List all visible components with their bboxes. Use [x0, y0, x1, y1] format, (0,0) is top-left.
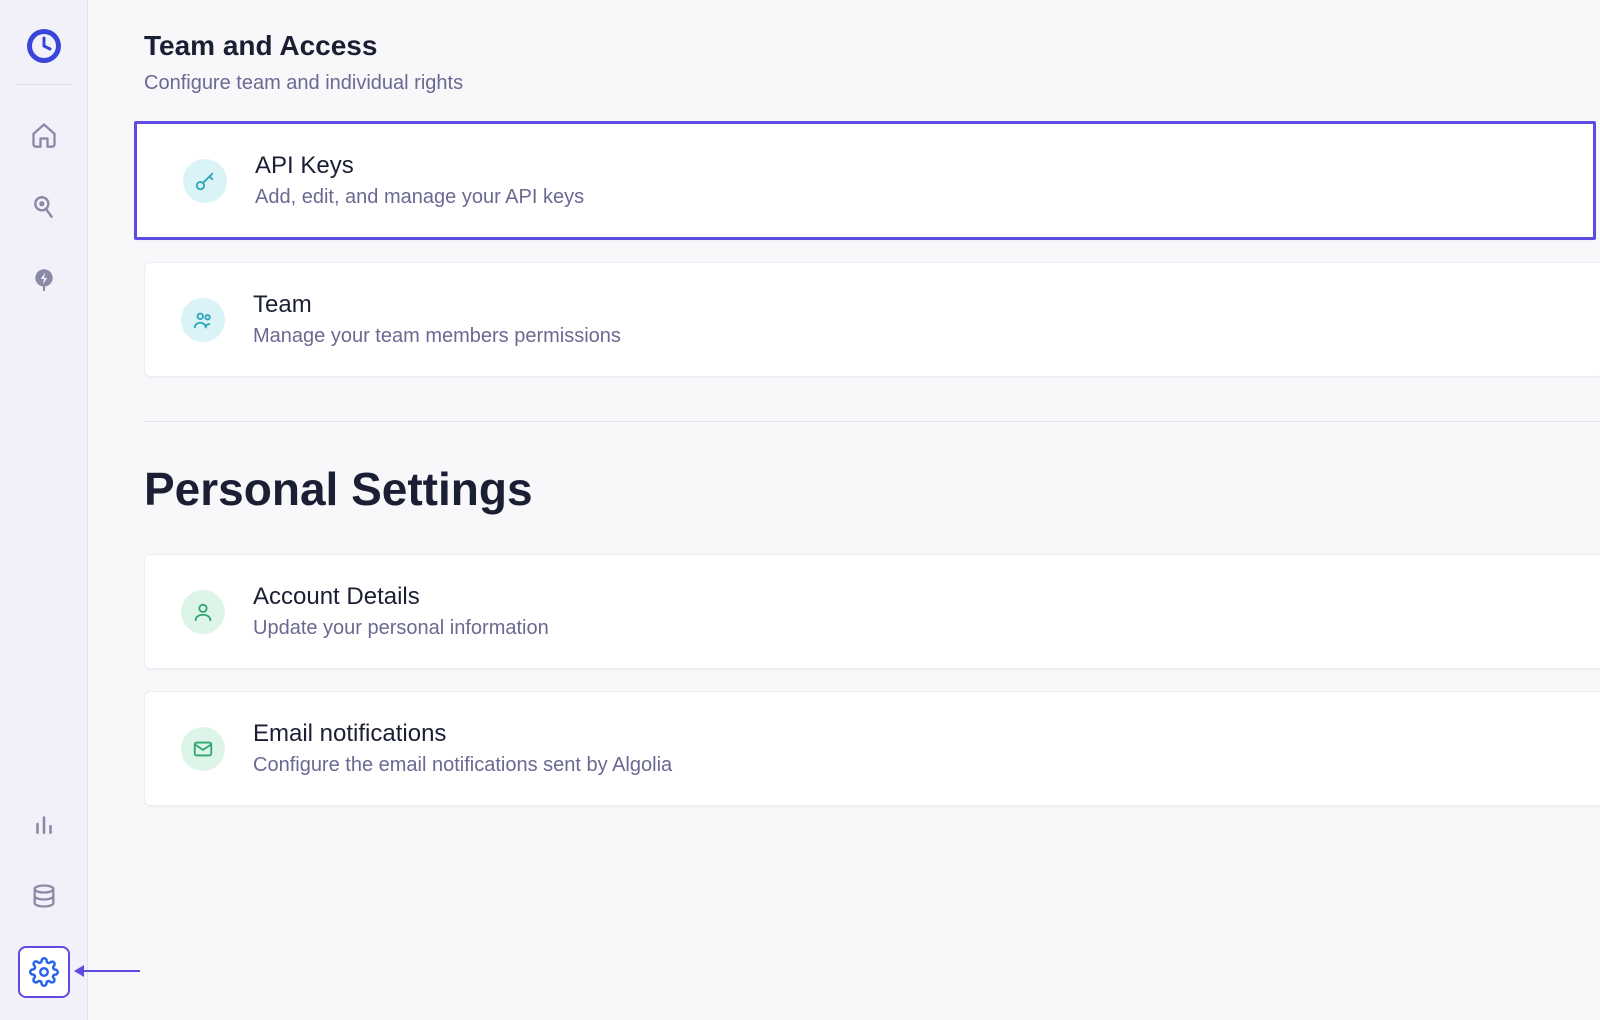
bolt-icon — [31, 266, 57, 292]
section-title: Team and Access — [144, 30, 1600, 62]
main-content: Team and Access Configure team and indiv… — [88, 0, 1600, 1020]
team-icon — [181, 298, 225, 342]
card-title: Team — [253, 291, 621, 319]
gear-icon — [29, 957, 59, 987]
sidebar-item-analytics[interactable] — [22, 802, 66, 846]
card-desc: Manage your team members permissions — [253, 325, 621, 348]
sidebar-divider — [16, 84, 72, 85]
card-title: API Keys — [255, 152, 584, 180]
sidebar-item-boost[interactable] — [22, 257, 66, 301]
section-subtitle: Configure team and individual rights — [144, 72, 1600, 95]
sidebar — [0, 0, 88, 1020]
annotation-arrow — [72, 962, 142, 980]
card-team[interactable]: Team Manage your team members permission… — [144, 262, 1600, 377]
section-header-team-access: Team and Access Configure team and indiv… — [144, 30, 1600, 95]
card-desc: Add, edit, and manage your API keys — [255, 186, 584, 209]
section-title: Personal Settings — [144, 462, 1600, 516]
user-icon — [181, 590, 225, 634]
database-icon — [30, 882, 58, 910]
algolia-logo — [24, 26, 64, 66]
home-icon — [30, 121, 58, 149]
card-account-details[interactable]: Account Details Update your personal inf… — [144, 554, 1600, 669]
section-divider — [144, 421, 1600, 422]
sidebar-item-indices[interactable] — [22, 874, 66, 918]
bars-icon — [31, 811, 57, 837]
card-desc: Update your personal information — [253, 617, 549, 640]
sidebar-item-search[interactable] — [22, 185, 66, 229]
card-desc: Configure the email notifications sent b… — [253, 754, 672, 777]
sidebar-item-settings[interactable] — [18, 946, 70, 998]
card-email-notifications[interactable]: Email notifications Configure the email … — [144, 691, 1600, 806]
section-header-personal: Personal Settings — [144, 462, 1600, 516]
card-api-keys[interactable]: API Keys Add, edit, and manage your API … — [134, 121, 1596, 240]
card-title: Email notifications — [253, 720, 672, 748]
key-icon — [183, 159, 227, 203]
magnifier-icon — [31, 194, 57, 220]
mail-icon — [181, 727, 225, 771]
sidebar-item-home[interactable] — [22, 113, 66, 157]
card-title: Account Details — [253, 583, 549, 611]
